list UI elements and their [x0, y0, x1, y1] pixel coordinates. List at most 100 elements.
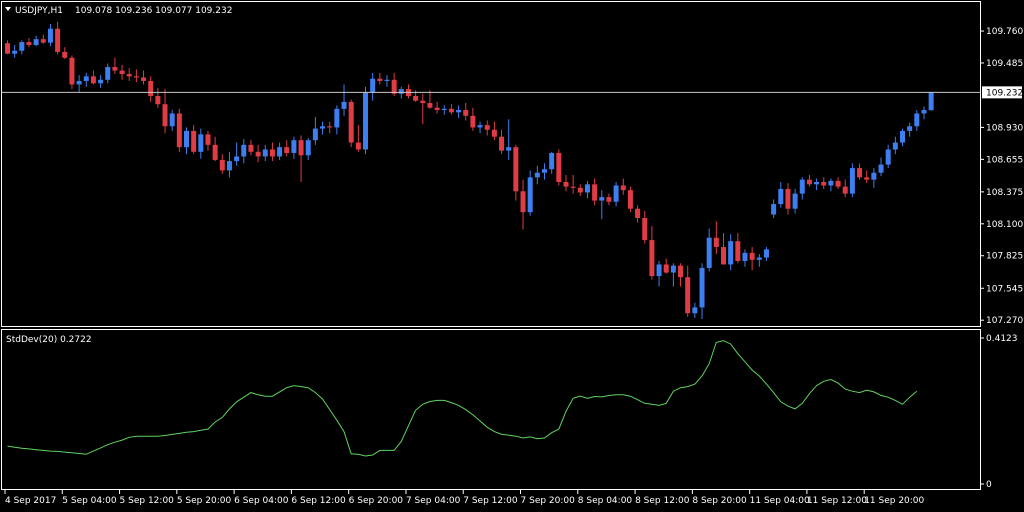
price-tick-label: 108.930 [986, 123, 1023, 133]
triangle-down-icon[interactable] [5, 7, 11, 11]
candle-body [763, 249, 769, 258]
price-tick-label: 109.760 [986, 27, 1023, 37]
candle-body [126, 74, 132, 77]
candle-body [484, 125, 490, 130]
symbol-label: USDJPY,H1 [15, 6, 63, 16]
candle-body [849, 168, 855, 194]
candle-body [542, 169, 547, 173]
time-tick-label: 8 Sep 12:00 [635, 496, 690, 506]
candle-body [191, 130, 197, 152]
candle-body [806, 179, 812, 185]
indicator-axis: 0.4123 0 [980, 334, 1018, 490]
candle-body [513, 147, 519, 192]
time-tick-label: 8 Sep 04:00 [578, 496, 633, 506]
time-tick-label: 6 Sep 12:00 [291, 496, 346, 506]
candle-body [642, 218, 648, 241]
candle-body [305, 140, 311, 156]
candle-body [47, 28, 53, 43]
candle-body [520, 191, 526, 213]
candle-body [814, 182, 820, 185]
candle-body [871, 172, 877, 180]
candle-body [62, 51, 68, 58]
candle-body [713, 237, 719, 248]
time-tick-label: 7 Sep 12:00 [463, 496, 518, 506]
price-tick-label: 107.545 [986, 284, 1023, 294]
candle-body [198, 134, 204, 152]
candle-body [792, 193, 798, 209]
price-tick-label: 107.825 [986, 252, 1023, 262]
candle-body [184, 130, 189, 148]
candle-body [176, 113, 182, 148]
candle-body [656, 264, 662, 277]
indicator-tick-label: 0 [986, 480, 992, 490]
ohlc-values: 109.078 109.236 109.077 109.232 [75, 6, 232, 16]
candle-body [499, 136, 505, 151]
candle-body [663, 264, 669, 273]
time-tick-label: 5 Sep 12:00 [120, 496, 175, 506]
candle-body [219, 159, 225, 171]
candle-body [83, 76, 89, 81]
time-tick-label: 5 Sep 20:00 [177, 496, 232, 506]
candle-body [241, 144, 247, 157]
chart-canvas: 109.760 109.485 109.232 108.930 108.655 108.3… [1, 1, 1023, 506]
candle-body [119, 70, 125, 74]
candle-body [534, 172, 540, 178]
candle-body [391, 79, 397, 94]
candle-body [921, 110, 927, 114]
candle-body [98, 79, 104, 84]
candle-body [878, 164, 884, 173]
candle-body [620, 185, 626, 191]
candle-body [76, 80, 82, 85]
candle-body [835, 180, 841, 187]
candle-body [627, 190, 633, 209]
candle-body [413, 96, 419, 101]
candle-body [169, 113, 175, 127]
candle-body [699, 267, 705, 308]
candle-body [348, 101, 354, 143]
time-tick-label: 5 Sep 04:00 [62, 496, 117, 506]
candle-body [549, 152, 555, 170]
candle-body [914, 113, 920, 127]
candle-body [269, 149, 275, 157]
time-tick-label: 11 Sep 12:00 [807, 496, 867, 506]
candle-body [363, 92, 368, 150]
candle-body [584, 184, 590, 193]
candle-body [355, 142, 361, 150]
time-tick-label: 7 Sep 04:00 [406, 496, 461, 506]
candle-body [284, 147, 290, 153]
candle-body [577, 187, 583, 193]
time-tick-label: 6 Sep 20:00 [349, 496, 404, 506]
candle-body [506, 147, 512, 151]
time-tick-label: 6 Sep 04:00 [234, 496, 289, 506]
candle-body [341, 101, 347, 109]
candle-body [456, 110, 462, 113]
candle-body [5, 43, 10, 54]
candle-body [162, 104, 168, 127]
candle-body [706, 237, 712, 268]
candle-body [141, 77, 147, 81]
candle-body [55, 28, 61, 52]
time-tick-label: 4 Sep 2017 [5, 496, 56, 506]
price-tick-label: 108.375 [986, 188, 1023, 198]
candle-body [441, 108, 447, 110]
time-tick-label: 7 Sep 20:00 [521, 496, 576, 506]
candle-body [470, 115, 476, 128]
candle-body [105, 67, 111, 80]
candle-body [670, 265, 676, 273]
candle-body [90, 76, 96, 84]
time-tick-label: 11 Sep 20:00 [864, 496, 924, 506]
candle-body [248, 144, 254, 152]
candle-body [799, 179, 805, 194]
candle-body [728, 241, 734, 265]
candle-body [721, 247, 726, 265]
candle-body [527, 177, 533, 213]
candle-body [377, 78, 383, 81]
candle-body [133, 76, 139, 78]
candle-body [148, 80, 154, 97]
candle-body [277, 147, 283, 157]
candle-body [756, 257, 762, 260]
candle-body [491, 129, 497, 137]
candle-body [448, 108, 454, 113]
candle-body [892, 142, 898, 150]
candle-body [434, 107, 440, 110]
